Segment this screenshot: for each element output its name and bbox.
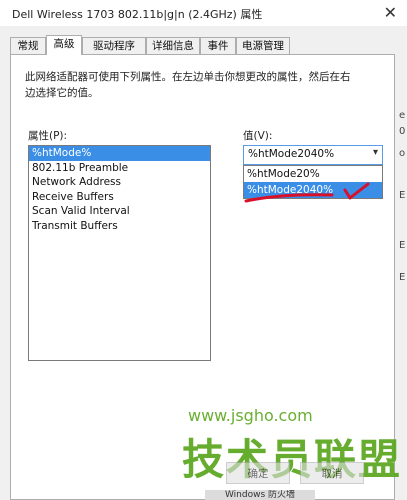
background-text-fragment: E xyxy=(399,240,406,251)
tab-advanced[interactable]: 高级 xyxy=(46,35,82,55)
property-label: 属性(P): xyxy=(28,130,68,142)
panel-description: 此网络适配器可使用下列属性。在左边单击你想更改的属性，然后在右边选择它的值。 xyxy=(25,71,351,99)
background-text-fragment: E xyxy=(399,272,406,283)
ok-button[interactable]: 确定 xyxy=(226,462,290,484)
tab-power-management[interactable]: 电源管理 xyxy=(236,37,290,54)
watermark-logo: 技术员联盟 xyxy=(182,435,403,484)
list-item[interactable]: 802.11b Preamble xyxy=(29,161,210,176)
value-select-current: %htMode2040% xyxy=(248,148,335,160)
watermark-url: www.jsgho.com xyxy=(188,406,313,425)
background-text-fragment: 0 xyxy=(399,126,406,137)
list-item[interactable]: Receive Buffers xyxy=(29,190,210,205)
close-icon[interactable]: ✕ xyxy=(384,3,397,22)
list-item[interactable]: Scan Valid Interval xyxy=(29,204,210,219)
background-text-fragment: o xyxy=(399,148,406,159)
cancel-button[interactable]: 取消 xyxy=(300,462,364,484)
properties-dialog: Dell Wireless 1703 802.11b|g|n (2.4GHz) … xyxy=(0,0,407,500)
value-select[interactable]: %htMode2040% ▾ xyxy=(243,145,383,165)
background-text-fragment: e xyxy=(399,110,406,121)
value-label: 值(V): xyxy=(243,130,273,142)
background-text-fragment: E xyxy=(399,190,406,201)
list-item[interactable]: Transmit Buffers xyxy=(29,219,210,234)
tab-general[interactable]: 常规 xyxy=(10,37,46,54)
dropdown-option[interactable]: %htMode2040% xyxy=(244,182,382,198)
tab-driver[interactable]: 驱动程序 xyxy=(82,37,146,54)
taskbar-hint: Windows 防火墙 xyxy=(205,490,315,500)
chevron-down-icon[interactable]: ▾ xyxy=(373,147,378,158)
title-bar: Dell Wireless 1703 802.11b|g|n (2.4GHz) … xyxy=(0,0,407,26)
list-item[interactable]: Network Address xyxy=(29,175,210,190)
property-listbox[interactable]: %htMode% 802.11b Preamble Network Addres… xyxy=(28,145,211,361)
list-item[interactable]: %htMode% xyxy=(29,146,210,161)
dropdown-option[interactable]: %htMode20% xyxy=(244,166,382,182)
value-dropdown-list: %htMode20% %htMode2040% xyxy=(243,165,383,199)
window-title: Dell Wireless 1703 802.11b|g|n (2.4GHz) … xyxy=(12,8,263,21)
tab-details[interactable]: 详细信息 xyxy=(146,37,200,54)
tab-events[interactable]: 事件 xyxy=(200,37,236,54)
